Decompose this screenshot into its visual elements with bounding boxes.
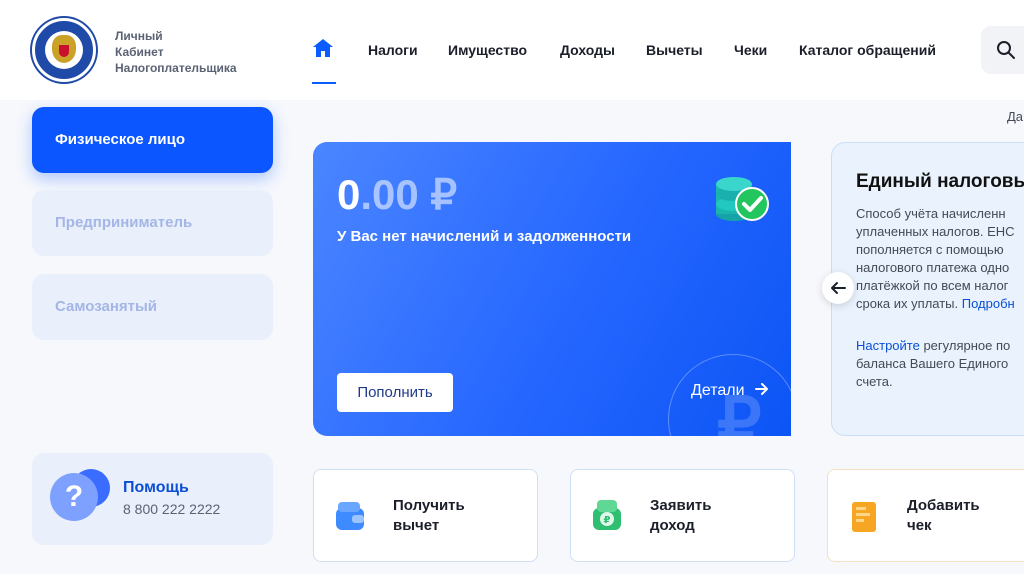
add-receipt-line-2: чек — [907, 517, 932, 534]
header: Личный Кабинет Налогоплательщика Налоги … — [0, 0, 1024, 100]
ens-title: Единый налоговы — [856, 171, 1024, 192]
help-title: Помощь — [123, 479, 189, 496]
help-panel[interactable]: ? Помощь 8 800 222 2222 — [32, 453, 273, 545]
date-label: Да — [1007, 109, 1024, 124]
balance-status: У Вас нет начислений и задолженности — [337, 228, 632, 245]
topup-button[interactable]: Пополнить — [337, 373, 453, 412]
ens-line-5: платёжкой по всем налог — [856, 278, 1009, 293]
balance-amount-int: 0 — [337, 171, 361, 218]
ens-setup-link[interactable]: Настройте — [856, 338, 920, 353]
ens-setup-line-3: счета. — [856, 374, 893, 389]
balance-amount-dec: .00 ₽ — [360, 171, 458, 218]
ens-description: Способ учёта начисленн уплаченных налого… — [856, 205, 1024, 313]
ens-line-4: налогового платежа одно — [856, 260, 1010, 275]
balance-amount: 0.00 ₽ — [337, 170, 457, 219]
declare-income-label: Заявить доход — [650, 496, 712, 536]
receipt-icon — [852, 502, 876, 532]
nav-home-active-indicator — [312, 82, 336, 84]
carousel-prev-button[interactable] — [822, 272, 854, 304]
ens-line-3: пополняется с помощью — [856, 242, 1004, 257]
nav-item-income[interactable]: Доходы — [560, 42, 615, 58]
question-icon: ? — [50, 473, 98, 521]
ens-info-card: Единый налоговы Способ учёта начисленн у… — [831, 142, 1024, 436]
sidebar-item-entrepreneur[interactable]: Предприниматель — [32, 190, 273, 256]
ruble-wallet-icon: ₽ — [593, 500, 621, 530]
brand-line-1: Личный — [115, 29, 163, 43]
nav-item-receipts[interactable]: Чеки — [734, 42, 767, 58]
details-link[interactable]: Детали — [691, 382, 769, 400]
brand-title: Личный Кабинет Налогоплательщика — [115, 28, 237, 76]
search-button[interactable] — [981, 26, 1024, 74]
add-receipt-card[interactable]: Добавить чек — [827, 469, 1024, 562]
get-deduction-line-2: вычет — [393, 517, 440, 534]
ens-more-link[interactable]: Подробн — [962, 296, 1015, 311]
declare-income-line-2: доход — [650, 517, 695, 534]
get-deduction-label: Получить вычет — [393, 496, 465, 536]
add-receipt-line-1: Добавить — [907, 497, 980, 514]
search-icon — [997, 41, 1015, 59]
shield-icon — [59, 45, 69, 57]
ens-line-1: Способ учёта начисленн — [856, 206, 1006, 221]
ens-line-6: срока их уплаты. Подробн — [856, 295, 1024, 313]
ens-setup-text: Настройте регулярное по баланса Вашего Е… — [856, 337, 1024, 391]
nav-item-property[interactable]: Имущество — [448, 42, 527, 58]
svg-text:₽: ₽ — [604, 515, 611, 526]
nav-item-appeals-catalog[interactable]: Каталог обращений — [799, 42, 936, 58]
ens-setup-rest: регулярное по — [919, 338, 1011, 353]
add-receipt-label: Добавить чек — [907, 496, 980, 536]
coins-check-icon — [716, 177, 769, 221]
nav-item-taxes[interactable]: Налоги — [368, 42, 418, 58]
brand-line-2: Кабинет — [115, 45, 164, 59]
declare-income-card[interactable]: ₽ Заявить доход — [570, 469, 795, 562]
ens-setup-line-1: Настройте регулярное по — [856, 337, 1024, 355]
fns-logo[interactable] — [32, 18, 96, 82]
ens-line-2: уплаченных налогов. ЕНС — [856, 224, 1015, 239]
declare-income-line-1: Заявить — [650, 497, 712, 514]
balance-card: ₽ 0.00 ₽ У Вас нет начислений и задолжен… — [313, 142, 791, 436]
arrow-right-icon — [754, 383, 768, 395]
nav-item-deductions[interactable]: Вычеты — [646, 42, 703, 58]
get-deduction-line-1: Получить — [393, 497, 465, 514]
brand-line-3: Налогоплательщика — [115, 61, 237, 75]
help-phone: 8 800 222 2222 — [123, 501, 221, 517]
sidebar-item-self-employed[interactable]: Самозанятый — [32, 274, 273, 340]
ens-line-6-text: срока их уплаты. — [856, 296, 962, 311]
sidebar-item-individual[interactable]: Физическое лицо — [32, 107, 273, 173]
get-deduction-card[interactable]: Получить вычет — [313, 469, 538, 562]
details-label: Детали — [691, 382, 745, 399]
nav-home[interactable] — [312, 38, 336, 84]
arrow-left-icon — [831, 282, 846, 294]
ens-setup-line-2: баланса Вашего Единого — [856, 356, 1009, 371]
home-icon — [313, 39, 333, 57]
wallet-icon — [336, 502, 364, 530]
